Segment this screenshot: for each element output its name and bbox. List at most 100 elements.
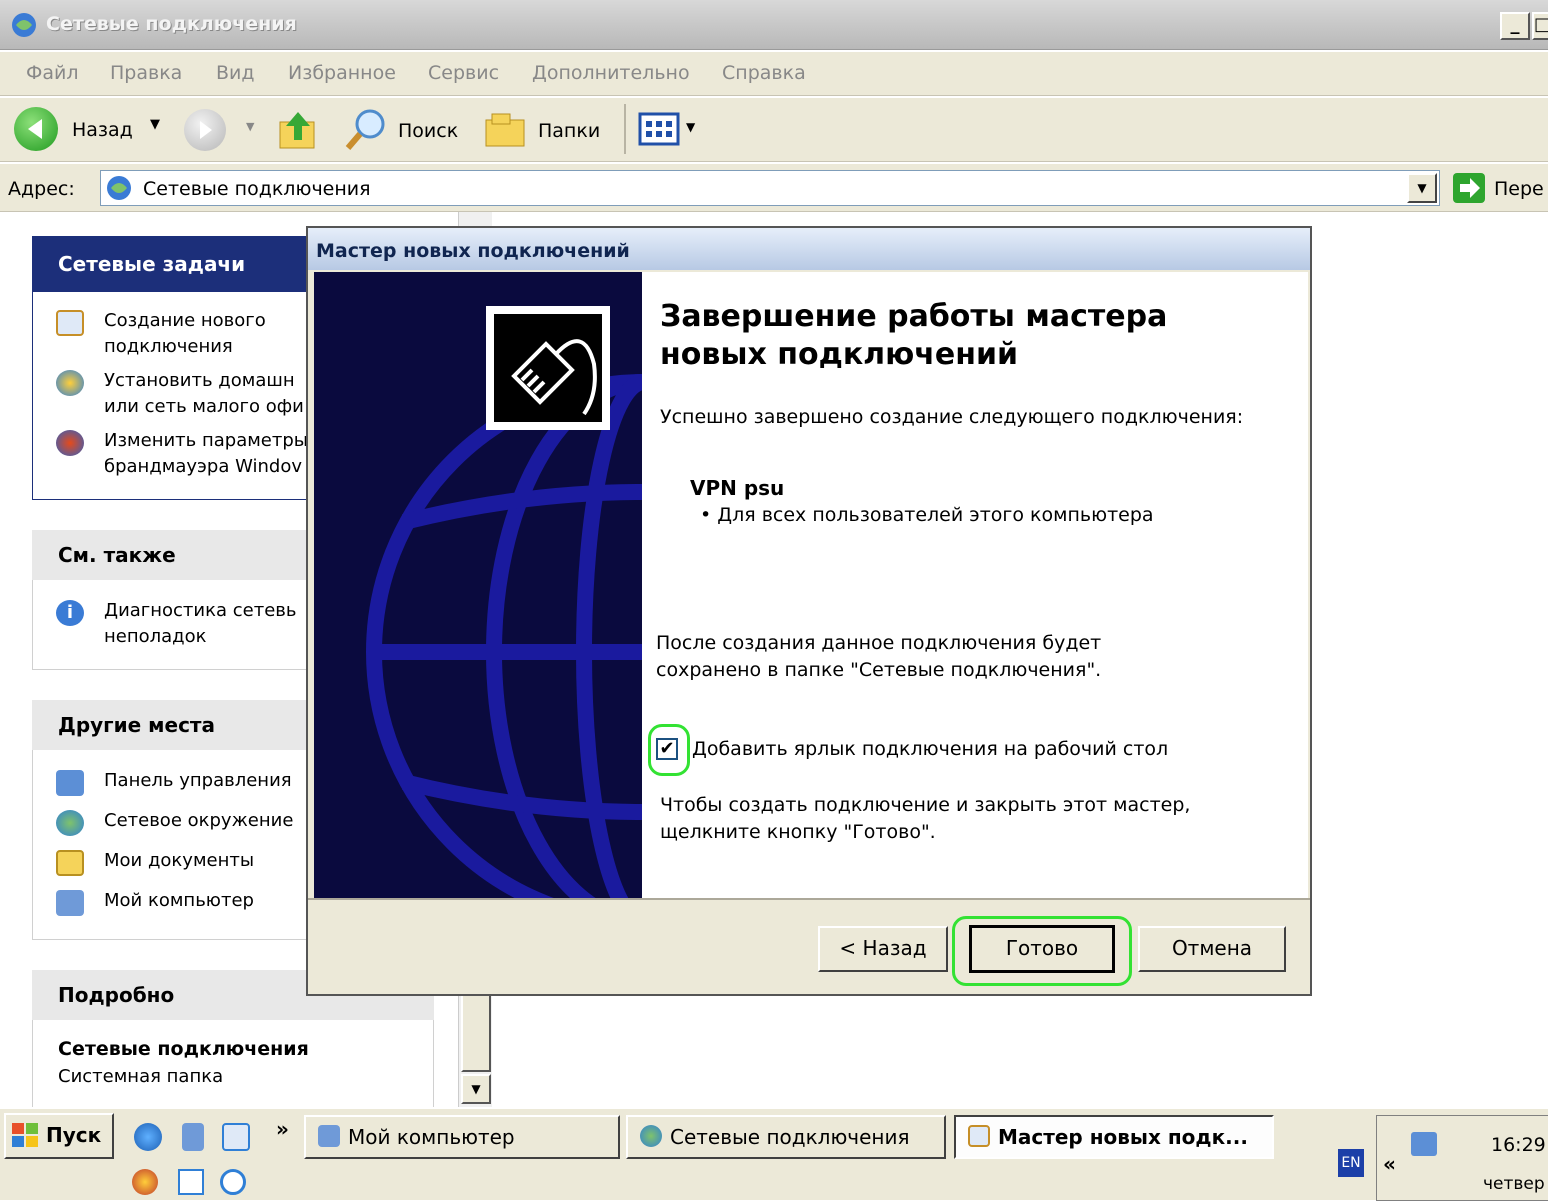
minimize-button[interactable]: _	[1500, 12, 1530, 40]
my-documents-icon	[56, 850, 84, 876]
menu-favorites[interactable]: Избранное	[288, 62, 396, 84]
windows-logo-icon	[12, 1123, 38, 1147]
task-label: Установить домашн	[104, 370, 295, 391]
details-type: Системная папка	[58, 1066, 224, 1087]
address-bar: Адрес: Сетевые подключения ▼ Пере	[0, 164, 1548, 212]
menu-view[interactable]: Вид	[216, 62, 255, 84]
task-label: Сетевые подключения	[670, 1125, 910, 1149]
task-new-connection-wizard[interactable]: Мастер новых подк...	[954, 1115, 1274, 1159]
menu-edit[interactable]: Правка	[110, 62, 182, 84]
chevron-down-icon: ▼	[150, 117, 160, 132]
new-connection-wizard: Мастер новых подключений Завершение рабо…	[306, 226, 1312, 996]
network-connections-icon	[107, 176, 131, 200]
go-label: Пере	[1494, 178, 1544, 200]
folders-button[interactable]: Папки	[484, 106, 608, 154]
menu-advanced[interactable]: Дополнительно	[532, 62, 690, 84]
task-label: Создание нового	[104, 310, 266, 331]
maximize-button[interactable]: □	[1532, 12, 1548, 40]
info-icon: i	[56, 600, 84, 626]
forward-arrow-icon	[200, 121, 212, 139]
task-label: Диагностика сетевь	[104, 600, 297, 621]
address-input[interactable]: Сетевые подключения ▼	[100, 170, 1440, 206]
views-dropdown-icon: ▼	[686, 120, 696, 134]
firewall-icon	[56, 430, 84, 456]
menu-tools[interactable]: Сервис	[428, 62, 499, 84]
back-label: Назад	[72, 119, 133, 141]
place-label: Мои документы	[104, 850, 255, 871]
bullet-icon: •	[700, 504, 718, 526]
search-icon	[345, 109, 385, 150]
place-label: Сетевое окружение	[104, 810, 294, 831]
task-network-connections[interactable]: Сетевые подключения	[626, 1115, 946, 1159]
forward-dropdown-icon[interactable]: ▼	[246, 120, 254, 133]
outlook-express-icon[interactable]	[222, 1123, 250, 1151]
control-panel-icon	[56, 770, 84, 796]
task-my-computer[interactable]: Мой компьютер	[304, 1115, 620, 1159]
finish-hint-line2: щелкните кнопку "Готово".	[660, 821, 936, 843]
address-value: Сетевые подключения	[143, 178, 371, 200]
address-label: Адрес:	[8, 178, 75, 200]
start-label: Пуск	[46, 1123, 102, 1147]
network-tasks-title: Сетевые задачи	[58, 252, 246, 276]
task-label: Изменить параметры	[104, 430, 309, 451]
my-computer-icon	[318, 1125, 340, 1147]
wizard-icon	[968, 1125, 990, 1147]
forward-button[interactable]	[184, 109, 226, 151]
home-network-icon	[56, 370, 84, 396]
details-title: Подробно	[58, 983, 175, 1007]
menu-file[interactable]: Файл	[26, 62, 79, 84]
tray-expand-button[interactable]: «	[1383, 1152, 1396, 1176]
network-connections-icon	[640, 1125, 662, 1147]
shortcut-checkbox-label[interactable]: Добавить ярлык подключения на рабочий ст…	[692, 736, 1168, 763]
wizard-banner	[314, 272, 642, 898]
back-button[interactable]: Назад ▼	[14, 107, 160, 153]
menu-help[interactable]: Справка	[722, 62, 806, 84]
wizard-finish-button[interactable]: Готово	[969, 925, 1115, 973]
address-dropdown-button[interactable]: ▼	[1407, 173, 1437, 203]
clock-time[interactable]: 16:29	[1491, 1134, 1546, 1156]
connection-scope-item: • Для всех пользователей этого компьютер…	[700, 502, 1154, 529]
connection-scope: Для всех пользователей этого компьютера	[717, 504, 1154, 526]
wizard-cancel-button[interactable]: Отмена	[1138, 926, 1286, 972]
wizard-back-button[interactable]: < Назад	[818, 926, 948, 972]
see-also-title: См. также	[58, 543, 176, 567]
shortcut-checkbox[interactable]: ✔	[656, 738, 678, 760]
start-button[interactable]: Пуск	[4, 1113, 114, 1159]
notepad-icon[interactable]	[178, 1169, 204, 1195]
wizard-footer: < Назад Готово Отмена	[308, 898, 1310, 994]
success-text: Успешно завершено создание следующего по…	[660, 406, 1244, 428]
finish-hint-line1: Чтобы создать подключение и закрыть этот…	[660, 794, 1191, 816]
go-button[interactable]: Пере	[1452, 170, 1548, 206]
internet-explorer-icon[interactable]	[134, 1123, 162, 1151]
explorer-titlebar: Сетевые подключения _ □	[0, 0, 1548, 50]
wizard-heading-line1: Завершение работы мастера	[660, 299, 1168, 334]
other-places-title: Другие места	[58, 713, 216, 737]
my-computer-icon	[56, 890, 84, 916]
my-computer-quicklaunch-icon[interactable]	[182, 1123, 204, 1151]
task-label: брандмауэра Windov	[104, 456, 302, 477]
network-tray-icon[interactable]	[1411, 1132, 1437, 1156]
task-label: подключения	[104, 336, 233, 357]
connector-plug-icon	[486, 306, 610, 430]
views-button[interactable]: ▼	[638, 108, 702, 152]
place-label: Мой компьютер	[104, 890, 254, 911]
settings-gear-icon[interactable]	[132, 1169, 158, 1195]
task-label: Мой компьютер	[348, 1125, 515, 1149]
up-folder-icon[interactable]	[276, 108, 320, 152]
scroll-down-button[interactable]: ▼	[461, 1074, 491, 1104]
search-button[interactable]: Поиск	[344, 106, 474, 154]
toolbar: Назад ▼ ▼ Поиск Папки ▼	[0, 98, 1548, 162]
folders-label: Папки	[538, 120, 601, 142]
quicklaunch-overflow-icon[interactable]: »	[276, 1117, 289, 1141]
media-player-icon[interactable]	[220, 1169, 246, 1195]
window-title: Сетевые подключения	[46, 13, 297, 35]
wizard-titlebar[interactable]: Мастер новых подключений	[308, 228, 1310, 270]
clock-day: четвер	[1483, 1174, 1545, 1194]
wizard-body: Завершение работы мастера новых подключе…	[642, 272, 1308, 898]
folders-icon	[485, 113, 525, 147]
taskbar: Пуск » Мой компьютер Сетевые подключения…	[0, 1107, 1548, 1201]
language-indicator[interactable]: EN	[1338, 1149, 1364, 1177]
views-icon	[638, 112, 680, 146]
new-connection-icon	[56, 310, 84, 336]
network-places-icon	[56, 810, 84, 836]
